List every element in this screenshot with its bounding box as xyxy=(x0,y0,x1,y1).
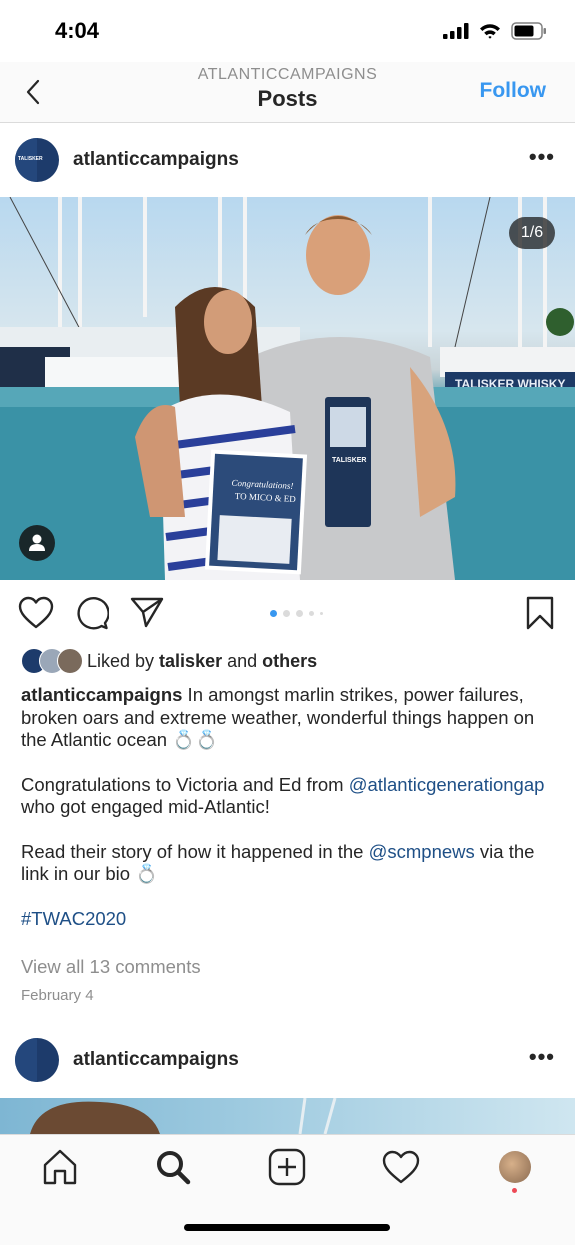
home-icon[interactable] xyxy=(40,1147,80,1187)
carousel-dot xyxy=(296,610,303,617)
next-photo-illustration xyxy=(30,1098,337,1134)
next-post-author-avatar[interactable] xyxy=(15,1038,59,1082)
caption-paragraph: atlanticcampaigns In amongst marlin stri… xyxy=(21,684,556,752)
next-post-author-username[interactable]: atlanticcampaigns xyxy=(73,1049,239,1071)
status-time: 4:04 xyxy=(55,18,100,43)
liked-by-user[interactable]: talisker xyxy=(159,651,222,672)
liked-by-and: and xyxy=(222,650,263,671)
carousel-dot xyxy=(320,612,323,615)
nav-header: ATLANTICCAMPAIGNS Posts Follow xyxy=(0,62,575,123)
battery-icon xyxy=(511,22,546,40)
next-post-photo[interactable] xyxy=(0,1098,575,1134)
carousel-dot xyxy=(283,610,290,617)
like-heart-icon[interactable] xyxy=(18,596,54,630)
profile-avatar[interactable] xyxy=(499,1151,531,1183)
more-options-icon[interactable]: ••• xyxy=(529,1044,555,1070)
comment-bubble-icon[interactable] xyxy=(75,596,109,630)
photo-illustration: TALISKER WHISKY TALISKER Congratulations… xyxy=(0,197,575,580)
carousel-dot xyxy=(309,611,314,616)
caption-paragraph: Congratulations to Victoria and Ed from … xyxy=(21,774,556,819)
share-send-icon[interactable] xyxy=(130,596,164,628)
liker-avatars xyxy=(21,648,87,674)
next-post-header: atlanticcampaigns ••• xyxy=(0,1024,575,1098)
liked-by-others[interactable]: others xyxy=(262,651,317,672)
liked-by-prefix: Liked by xyxy=(87,650,160,671)
save-bookmark-icon[interactable] xyxy=(525,596,555,630)
post-photo[interactable]: TALISKER WHISKY TALISKER Congratulations… xyxy=(0,197,575,580)
tagged-users-button[interactable] xyxy=(19,525,55,561)
caption-username[interactable]: atlanticcampaigns xyxy=(21,684,182,705)
search-icon[interactable] xyxy=(153,1147,193,1187)
status-bar: 4:04 xyxy=(0,0,575,62)
carousel-indicator xyxy=(270,610,323,617)
carousel-dot xyxy=(270,610,277,617)
wifi-icon xyxy=(480,24,500,39)
caption-paragraph: #TWAC2020 xyxy=(21,908,556,931)
new-post-icon[interactable] xyxy=(267,1147,307,1187)
caption-paragraph: Read their story of how it happened in t… xyxy=(21,841,556,886)
status-icons xyxy=(443,22,547,40)
caption-text: who got engaged mid-Atlantic! xyxy=(21,796,270,817)
post-header: TALISKER atlanticcampaigns ••• xyxy=(0,123,575,197)
liked-by-line[interactable]: Liked by talisker and others xyxy=(21,648,317,674)
notification-dot xyxy=(512,1188,517,1193)
post-actions-bar xyxy=(0,590,575,636)
post-caption: atlanticcampaigns In amongst marlin stri… xyxy=(21,684,556,952)
home-indicator xyxy=(184,1224,390,1231)
caption-text: Read their story of how it happened in t… xyxy=(21,840,369,862)
caption-text: Congratulations to Victoria and Ed from xyxy=(21,773,349,795)
mention-link[interactable]: @scmpnews xyxy=(369,841,475,862)
person-icon xyxy=(29,534,45,551)
view-all-comments-link[interactable]: View all 13 comments xyxy=(21,956,201,978)
post-date: February 4 xyxy=(21,987,94,1004)
mention-link[interactable]: @atlanticgenerationgap xyxy=(349,774,545,795)
activity-heart-icon[interactable] xyxy=(381,1147,421,1187)
hashtag-link[interactable]: #TWAC2020 xyxy=(21,908,126,929)
liker-avatar xyxy=(57,648,83,674)
post-author-username[interactable]: atlanticcampaigns xyxy=(73,149,239,171)
media-counter-badge: 1/6 xyxy=(509,217,555,249)
bottle-label: TALISKER xyxy=(332,457,366,464)
cellular-signal-icon xyxy=(443,23,469,39)
more-options-icon[interactable]: ••• xyxy=(529,144,555,170)
post-author-avatar[interactable]: TALISKER xyxy=(15,138,59,182)
follow-button[interactable]: Follow xyxy=(480,79,547,103)
